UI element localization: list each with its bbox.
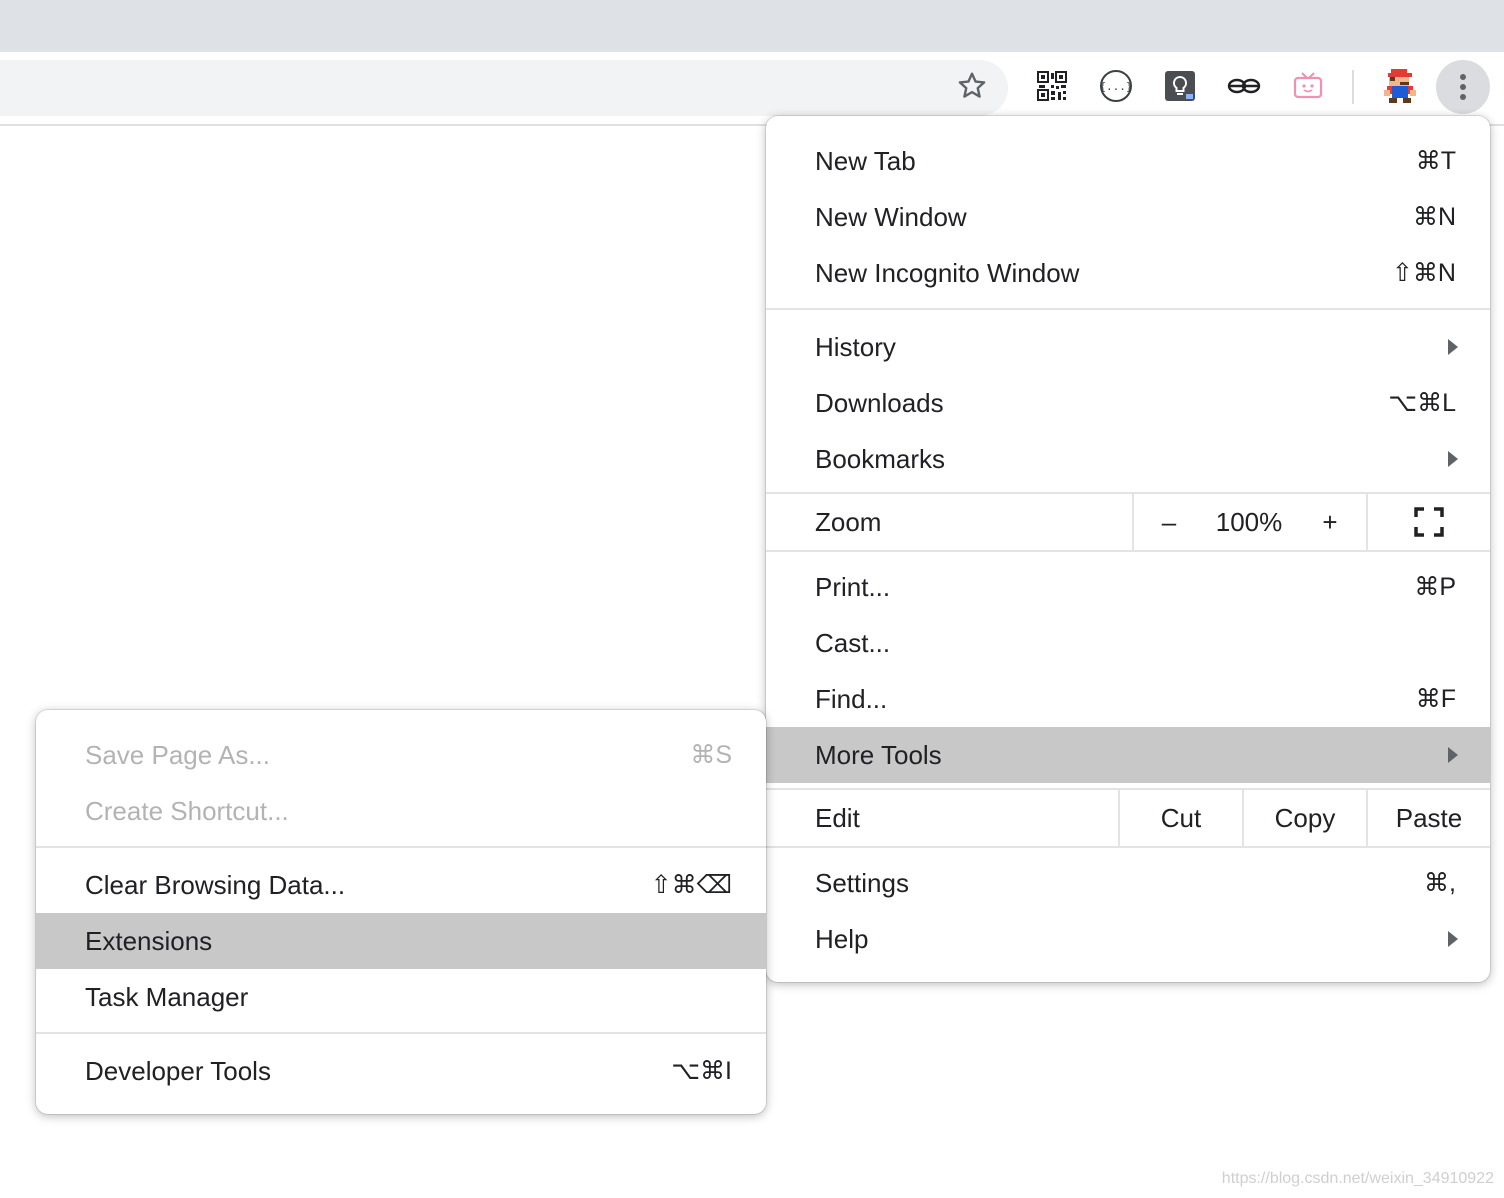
menu-item-label: Clear Browsing Data... [85, 869, 346, 900]
star-icon[interactable] [950, 64, 994, 108]
watermark: https://blog.csdn.net/weixin_34910922 [1221, 1170, 1494, 1187]
menu-item-label: Downloads [815, 387, 944, 418]
menu-item-clear-browsing-data[interactable]: Clear Browsing Data... ⇧⌘⌫ [36, 857, 766, 913]
zoom-out-button[interactable]: – [1134, 494, 1204, 550]
menu-item-cast[interactable]: Cast... [766, 615, 1490, 671]
menu-item-label: New Window [815, 201, 967, 232]
menu-item-label: More Tools [815, 739, 942, 770]
menu-item-label: Developer Tools [85, 1055, 271, 1086]
submenu-arrow-icon [1448, 747, 1458, 763]
menu-item-shortcut: ⇧⌘N [1391, 259, 1456, 287]
menu-item-label: Find... [815, 683, 888, 714]
glasses-icon[interactable] [1222, 64, 1266, 108]
copy-button[interactable]: Copy [1244, 790, 1366, 846]
menu-item-label: New Tab [815, 145, 916, 176]
menu-item-label: Save Page As... [85, 739, 271, 770]
chrome-main-menu: New Tab ⌘T New Window ⌘N New Incognito W… [766, 116, 1490, 982]
menu-item-label: Edit [815, 802, 860, 833]
menu-separator [766, 846, 1490, 848]
lightbulb-icon[interactable] [1158, 64, 1202, 108]
menu-item-print[interactable]: Print... ⌘P [766, 559, 1490, 615]
menu-item-new-incognito-window[interactable]: New Incognito Window ⇧⌘N [766, 245, 1490, 301]
menu-item-label: Zoom [815, 506, 882, 537]
menu-item-shortcut: ⌘N [1412, 203, 1456, 231]
menu-item-label: Create Shortcut... [85, 795, 289, 826]
menu-item-label: Settings [815, 867, 909, 898]
menu-separator [36, 846, 766, 848]
browser-toolbar: {...} [0, 52, 1504, 126]
zoom-level: 100% [1215, 506, 1283, 537]
menu-item-find[interactable]: Find... ⌘F [766, 671, 1490, 727]
menu-item-settings[interactable]: Settings ⌘, [766, 855, 1490, 911]
menu-item-shortcut: ⌘T [1415, 147, 1456, 175]
menu-item-shortcut: ⇧⌘⌫ [650, 871, 732, 899]
menu-item-label: Cast... [815, 627, 891, 658]
menu-item-label: Help [815, 923, 869, 954]
menu-item-create-shortcut: Create Shortcut... [36, 783, 766, 839]
toolbar-divider [1352, 70, 1354, 104]
menu-separator [766, 550, 1490, 552]
submenu-arrow-icon [1448, 451, 1458, 467]
menu-separator [766, 308, 1490, 310]
more-tools-submenu: Save Page As... ⌘S Create Shortcut... Cl… [36, 710, 766, 1114]
menu-item-shortcut: ⌘S [690, 741, 732, 769]
menu-item-help[interactable]: Help [766, 911, 1490, 967]
menu-item-label: Bookmarks [815, 443, 946, 474]
menu-item-bookmarks[interactable]: Bookmarks [766, 431, 1490, 487]
menu-item-shortcut: ⌘F [1415, 685, 1456, 713]
svg-text:{...}: {...} [1099, 80, 1132, 93]
menu-item-downloads[interactable]: Downloads ⌥⌘L [766, 375, 1490, 431]
menu-item-more-tools[interactable]: More Tools [766, 727, 1490, 783]
menu-item-save-page-as: Save Page As... ⌘S [36, 727, 766, 783]
menu-item-shortcut: ⌥⌘L [1388, 389, 1456, 417]
menu-item-label: Task Manager [85, 981, 249, 1012]
paste-button[interactable]: Paste [1368, 790, 1490, 846]
menu-item-task-manager[interactable]: Task Manager [36, 969, 766, 1025]
menu-item-label: History [815, 331, 896, 362]
menu-item-new-window[interactable]: New Window ⌘N [766, 189, 1490, 245]
submenu-arrow-icon [1448, 339, 1458, 355]
fullscreen-icon[interactable] [1368, 494, 1490, 550]
menu-item-developer-tools[interactable]: Developer Tools ⌥⌘I [36, 1043, 766, 1099]
menu-item-shortcut: ⌥⌘I [671, 1057, 732, 1085]
menu-separator [36, 1032, 766, 1034]
menu-item-label: New Incognito Window [815, 257, 1080, 288]
tab-strip [0, 0, 1504, 52]
menu-item-extensions[interactable]: Extensions [36, 913, 766, 969]
menu-item-shortcut: ⌘, [1424, 869, 1456, 897]
mario-avatar-icon[interactable] [1378, 64, 1422, 108]
menu-item-new-tab[interactable]: New Tab ⌘T [766, 133, 1490, 189]
menu-item-label: Extensions [85, 925, 213, 956]
zoom-in-button[interactable]: + [1294, 494, 1366, 550]
cut-button[interactable]: Cut [1120, 790, 1242, 846]
menu-item-shortcut: ⌘P [1414, 573, 1456, 601]
submenu-arrow-icon [1448, 931, 1458, 947]
menu-item-history[interactable]: History [766, 319, 1490, 375]
tv-icon[interactable] [1286, 64, 1330, 108]
menu-item-label: Print... [815, 571, 891, 602]
three-dot-menu-icon[interactable] [1436, 60, 1490, 114]
address-bar[interactable] [0, 60, 1008, 116]
qr-code-icon[interactable] [1030, 64, 1074, 108]
json-viewer-icon[interactable]: {...} [1094, 64, 1138, 108]
